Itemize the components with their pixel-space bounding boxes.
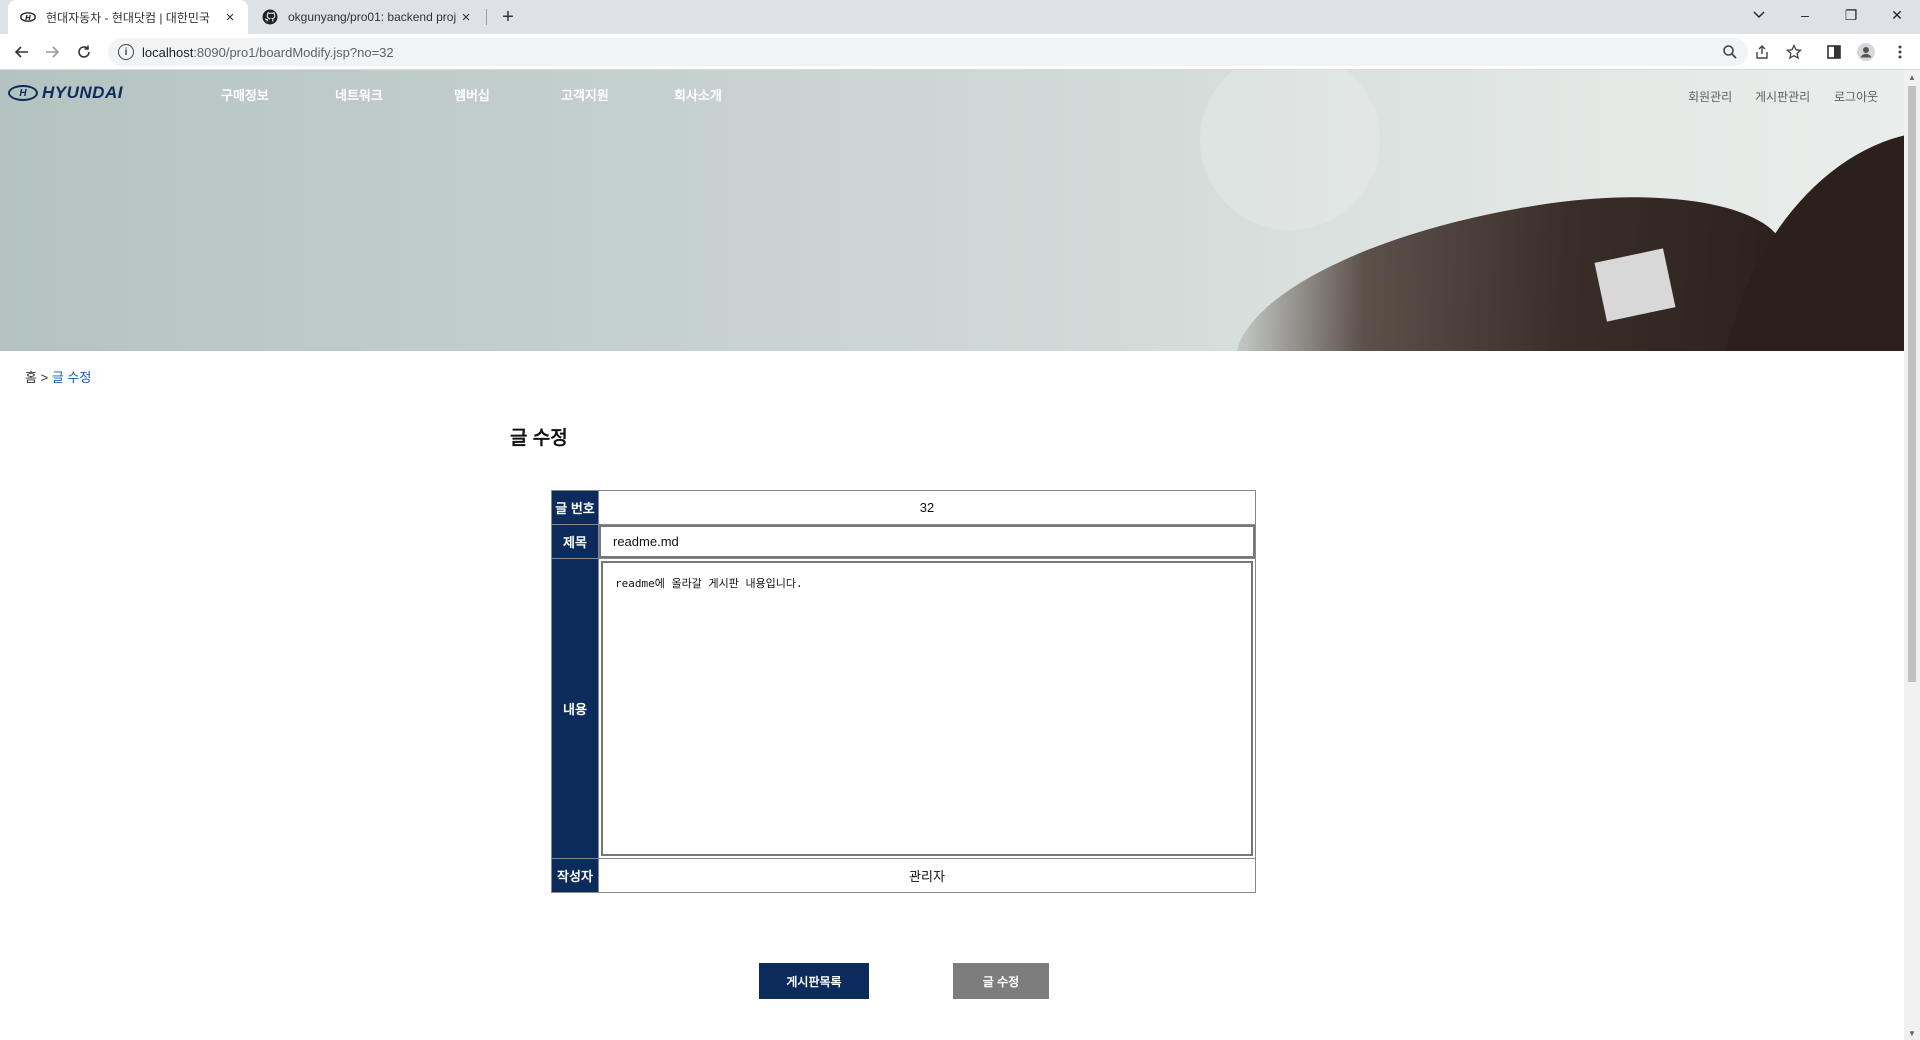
bookmark-star-icon[interactable]: [1780, 38, 1808, 66]
tab-title: okgunyang/pro01: backend proj: [288, 10, 456, 24]
post-number-value: 32: [598, 491, 1255, 524]
svg-text:H: H: [25, 14, 31, 22]
url-path: :8090/pro1/boardModify.jsp?no=32: [193, 44, 394, 60]
logo-wordmark: HYUNDAI: [42, 83, 123, 102]
hyundai-icon: H: [20, 9, 36, 25]
util-board-admin-link[interactable]: 게시판관리: [1755, 88, 1810, 105]
tab-search-icon[interactable]: [1736, 0, 1782, 30]
content-textarea[interactable]: readme에 올라갈 게시판 내용입니다.: [601, 561, 1253, 856]
window-close-button[interactable]: ✕: [1874, 0, 1920, 30]
modify-submit-button[interactable]: 글 수정: [953, 963, 1049, 999]
browser-tab-strip: H 현대자동차 - 현대닷컴 | 대한민국 × okgunyang/pro01:…: [0, 0, 1920, 34]
restore-button[interactable]: ❐: [1828, 0, 1874, 30]
page-title: 글 수정: [510, 428, 568, 449]
tab-hyundai[interactable]: H 현대자동차 - 현대닷컴 | 대한민국 ×: [8, 0, 248, 34]
hero-banner: H HYUNDAI 구매정보 네트워크 멤버십 고객지원 회사소개 회원관리 게…: [0, 70, 1904, 351]
util-member-admin-link[interactable]: 회원관리: [1688, 88, 1732, 105]
row-content: 내용 readme에 올라갈 게시판 내용입니다.: [552, 559, 1255, 859]
author-label: 작성자: [552, 859, 598, 892]
zoom-icon[interactable]: [1716, 38, 1744, 66]
tab-github[interactable]: okgunyang/pro01: backend proj ×: [250, 0, 484, 34]
breadcrumb-home[interactable]: 홈: [25, 370, 37, 385]
kebab-menu-icon[interactable]: [1886, 38, 1914, 66]
tab-title: 현대자동차 - 현대닷컴 | 대한민국: [46, 10, 210, 25]
breadcrumb-separator: >: [40, 370, 49, 385]
browser-toolbar: i localhost:8090/pro1/boardModify.jsp?no…: [0, 34, 1920, 70]
modify-form-table: 글 번호 32 제목 내용 readme에 올라갈 게시판 내용입니다. 작성자…: [551, 490, 1256, 893]
page-scrollbar[interactable]: ▲ ▼: [1904, 70, 1920, 1040]
content-cell: readme에 올라갈 게시판 내용입니다.: [598, 559, 1255, 858]
row-title: 제목: [552, 525, 1255, 559]
minimize-button[interactable]: –: [1782, 0, 1828, 30]
forward-arrow-icon[interactable]: [38, 38, 66, 66]
gnb-item-purchase[interactable]: 구매정보: [221, 85, 269, 104]
page-viewport: H HYUNDAI 구매정보 네트워크 멤버십 고객지원 회사소개 회원관리 게…: [0, 70, 1904, 1040]
tab-separator: [486, 9, 487, 25]
scroll-down-arrow-icon[interactable]: ▼: [1904, 1026, 1920, 1040]
side-panel-icon[interactable]: [1820, 38, 1848, 66]
hyundai-logo[interactable]: H HYUNDAI: [8, 83, 123, 103]
util-logout-link[interactable]: 로그아웃: [1834, 88, 1878, 105]
scrollbar-thumb[interactable]: [1908, 86, 1916, 682]
gnb-item-company[interactable]: 회사소개: [674, 85, 722, 104]
hyundai-emblem-icon: H: [8, 85, 38, 101]
new-tab-button[interactable]: +: [496, 5, 520, 29]
title-label: 제목: [552, 525, 598, 558]
breadcrumb-current[interactable]: 글 수정: [52, 370, 92, 385]
url-text: localhost:8090/pro1/boardModify.jsp?no=3…: [142, 45, 394, 60]
title-cell: [598, 525, 1255, 558]
content-label: 내용: [552, 559, 598, 858]
author-value: 관리자: [598, 859, 1255, 892]
title-input[interactable]: [599, 525, 1255, 558]
github-icon: [262, 9, 278, 25]
row-post-number: 글 번호 32: [552, 491, 1255, 525]
share-icon[interactable]: [1748, 38, 1776, 66]
breadcrumb: 홈 > 글 수정: [25, 367, 91, 386]
profile-avatar-icon[interactable]: [1852, 38, 1880, 66]
gnb-item-membership[interactable]: 멤버십: [454, 85, 490, 104]
board-list-button[interactable]: 게시판목록: [759, 963, 869, 999]
row-author: 작성자 관리자: [552, 859, 1255, 892]
post-number-label: 글 번호: [552, 491, 598, 524]
gnb-item-network[interactable]: 네트워크: [335, 85, 383, 104]
address-bar[interactable]: i localhost:8090/pro1/boardModify.jsp?no…: [108, 38, 1748, 66]
url-host: localhost: [142, 44, 194, 60]
close-icon[interactable]: ×: [220, 7, 240, 27]
site-info-icon[interactable]: i: [118, 44, 134, 60]
back-arrow-icon[interactable]: [8, 38, 36, 66]
gnb-item-support[interactable]: 고객지원: [561, 85, 609, 104]
reload-icon[interactable]: [70, 38, 98, 66]
close-icon[interactable]: ×: [456, 7, 476, 27]
hero-light-flare: [1200, 70, 1380, 230]
scroll-up-arrow-icon[interactable]: ▲: [1904, 70, 1920, 84]
